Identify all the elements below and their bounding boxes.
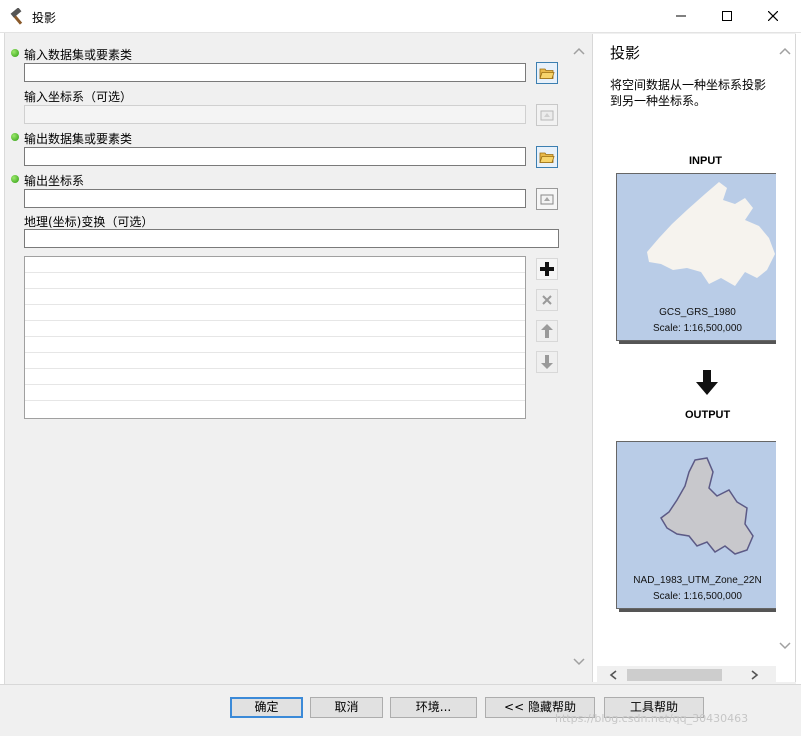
parameters-scrollbar[interactable] <box>570 34 588 682</box>
output-dataset-field[interactable] <box>24 147 526 166</box>
output-cs-label: 输出坐标系 <box>24 174 85 188</box>
minimize-button[interactable] <box>658 0 704 32</box>
required-indicator-icon <box>11 133 19 141</box>
list-item[interactable] <box>25 289 525 305</box>
list-item[interactable] <box>25 273 525 289</box>
input-dataset-field[interactable] <box>24 63 526 82</box>
help-pane: 投影 将空间数据从一种坐标系投影到另一种坐标系。 INPUT GCS_GRS_1… <box>592 34 796 682</box>
close-button[interactable] <box>750 0 796 32</box>
geo-transform-field[interactable] <box>24 229 559 248</box>
input-cs-properties-button <box>536 104 558 126</box>
watermark-text: https://blog.csdn.net/qq_30430463 <box>555 712 749 725</box>
input-cs-label: 输入坐标系（可选） <box>24 90 133 104</box>
chevron-up-icon[interactable] <box>573 46 585 56</box>
input-map-illustration: GCS_GRS_1980 Scale: 1:16,500,000 <box>616 173 779 341</box>
list-item[interactable] <box>25 257 525 273</box>
window-right-border <box>796 33 801 684</box>
arrow-down-icon <box>541 355 553 369</box>
output-map-header: OUTPUT <box>685 409 731 421</box>
cancel-button[interactable]: 取消 <box>310 697 383 718</box>
add-item-button[interactable] <box>536 258 558 280</box>
chevron-up-icon[interactable] <box>779 46 791 56</box>
maximize-icon <box>722 11 732 21</box>
input-dataset-label: 输入数据集或要素类 <box>24 48 133 62</box>
output-dataset-label: 输出数据集或要素类 <box>24 132 133 146</box>
newfoundland-landmass-icon <box>647 182 775 286</box>
chevron-down-icon[interactable] <box>573 657 585 667</box>
move-down-button <box>536 351 558 373</box>
list-item[interactable] <box>25 353 525 369</box>
title-bar: 投影 <box>0 0 801 33</box>
remove-item-button <box>536 289 558 311</box>
help-horizontal-scrollbar[interactable] <box>597 666 776 684</box>
environments-button[interactable]: 环境... <box>390 697 477 718</box>
arrow-up-icon <box>541 324 553 338</box>
required-indicator-icon <box>11 175 19 183</box>
maximize-button[interactable] <box>704 0 750 32</box>
list-item[interactable] <box>25 369 525 385</box>
scrollbar-thumb[interactable] <box>627 669 722 681</box>
arrow-down-icon <box>696 370 718 395</box>
input-dataset-browse-button[interactable] <box>536 62 558 84</box>
coordinate-system-icon <box>540 194 554 205</box>
open-folder-icon <box>539 68 555 79</box>
projected-landmass-icon <box>660 457 754 555</box>
chevron-left-icon[interactable] <box>609 670 619 680</box>
output-dataset-browse-button[interactable] <box>536 146 558 168</box>
geo-transform-label: 地理(坐标)变换（可选） <box>24 215 154 229</box>
dialog-button-bar: 确定 取消 环境... << 隐藏帮助 工具帮助 https://blog.cs… <box>0 684 801 736</box>
output-cs-properties-button[interactable] <box>536 188 558 210</box>
chevron-right-icon[interactable] <box>749 670 759 680</box>
coordinate-system-icon <box>540 110 554 121</box>
help-description: 将空间数据从一种坐标系投影到另一种坐标系。 <box>610 78 767 108</box>
input-map-header: INPUT <box>689 155 722 167</box>
minimize-icon <box>676 15 686 17</box>
chevron-down-icon[interactable] <box>779 641 791 651</box>
move-up-button <box>536 320 558 342</box>
close-icon <box>768 11 778 21</box>
output-map-scale: Scale: 1:16,500,000 <box>653 591 742 602</box>
window-title: 投影 <box>32 11 57 25</box>
plus-icon <box>540 262 554 276</box>
output-map-name: NAD_1983_UTM_Zone_22N <box>633 575 762 586</box>
list-item[interactable] <box>25 385 525 401</box>
input-map-scale: Scale: 1:16,500,000 <box>653 323 742 334</box>
list-item[interactable] <box>25 321 525 337</box>
help-vertical-scrollbar[interactable] <box>776 34 794 666</box>
geo-transform-list[interactable] <box>24 256 526 419</box>
help-title: 投影 <box>610 44 641 62</box>
output-map-illustration: NAD_1983_UTM_Zone_22N Scale: 1:16,500,00… <box>616 441 779 609</box>
open-folder-icon <box>539 152 555 163</box>
ok-button[interactable]: 确定 <box>230 697 303 718</box>
required-indicator-icon <box>11 49 19 57</box>
input-cs-field <box>24 105 526 124</box>
input-map-name: GCS_GRS_1980 <box>659 307 736 318</box>
delete-x-icon <box>542 295 552 305</box>
list-item[interactable] <box>25 337 525 353</box>
hammer-icon <box>9 7 27 26</box>
output-cs-field[interactable] <box>24 189 526 208</box>
list-item[interactable] <box>25 305 525 321</box>
